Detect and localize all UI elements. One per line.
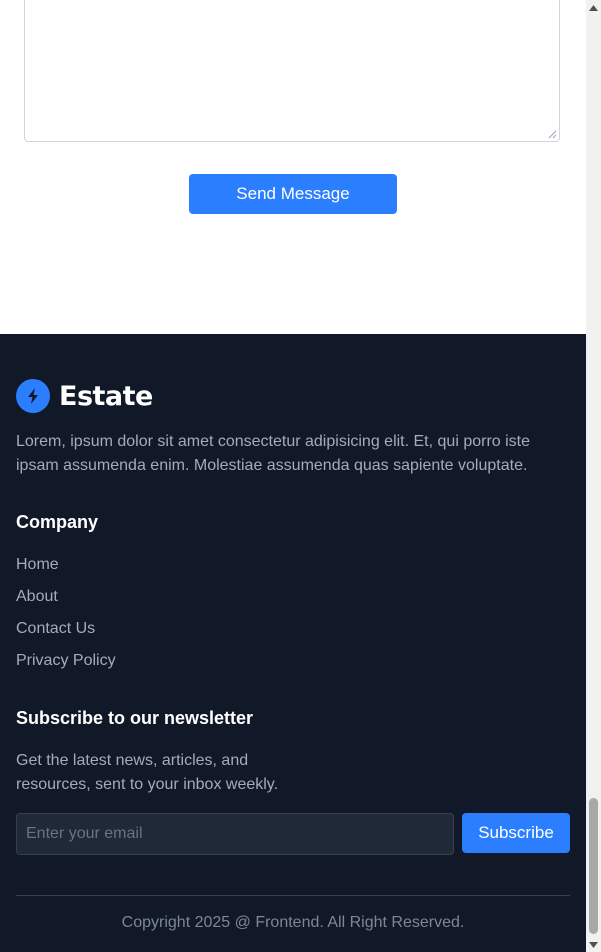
lightning-bolt-icon [16, 379, 50, 413]
company-link-item: Privacy Policy [16, 650, 116, 682]
company-link-item: About [16, 586, 116, 618]
page-content: Send Message Estate Lorem, ipsum dolor s… [0, 0, 586, 952]
footer-description: Lorem, ipsum dolor sit amet consectetur … [16, 433, 531, 474]
message-textarea[interactable] [24, 0, 560, 142]
about-link[interactable]: About [16, 588, 58, 605]
company-link-item: Home [16, 554, 116, 586]
copyright-text: Copyright 2025 @ Frontend. All Right Res… [121, 914, 465, 931]
footer-divider [16, 895, 570, 896]
newsletter-description: Get the latest news, articles, and resou… [16, 752, 279, 793]
subscribe-button[interactable]: Subscribe [462, 813, 570, 853]
contact-us-link[interactable]: Contact Us [16, 620, 95, 637]
company-link-item: Contact Us [16, 618, 116, 650]
page: Send Message Estate Lorem, ipsum dolor s… [0, 0, 601, 952]
scroll-down-icon[interactable] [586, 937, 601, 952]
scroll-up-icon[interactable] [586, 0, 601, 15]
footer: Estate Lorem, ipsum dolor sit amet conse… [0, 334, 586, 952]
brand[interactable]: Estate [16, 378, 153, 414]
send-message-button[interactable]: Send Message [189, 174, 397, 214]
scrollbar-thumb[interactable] [589, 798, 598, 934]
privacy-policy-link[interactable]: Privacy Policy [16, 652, 116, 669]
newsletter-heading: Subscribe to our newsletter [16, 708, 254, 728]
company-heading: Company [16, 512, 99, 532]
brand-name: Estate [59, 380, 153, 412]
vertical-scrollbar[interactable] [586, 0, 601, 952]
home-link[interactable]: Home [16, 556, 59, 573]
resize-grip-icon[interactable] [548, 130, 557, 139]
company-links: Home About Contact Us Privacy Policy [16, 554, 116, 682]
email-input[interactable] [16, 813, 454, 855]
contact-form: Send Message [0, 0, 586, 334]
